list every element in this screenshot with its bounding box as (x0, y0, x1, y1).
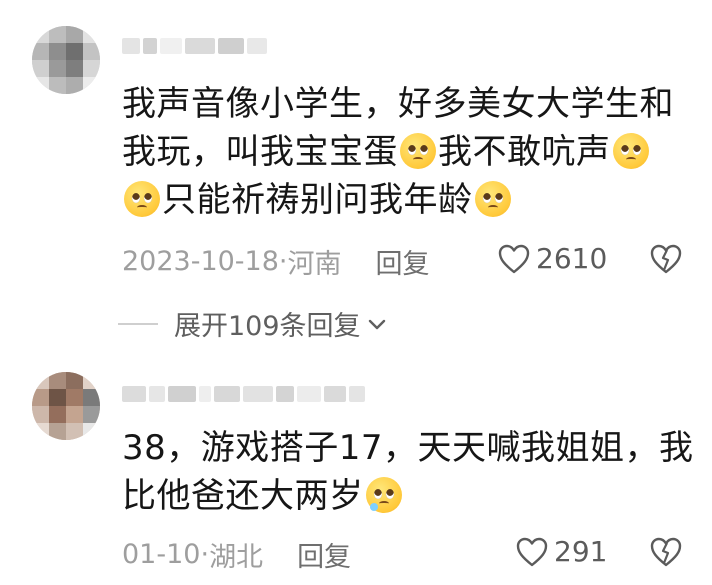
like-button[interactable]: 2610 (498, 242, 607, 275)
avatar[interactable] (32, 372, 100, 440)
comment-location: 湖北 (209, 542, 264, 573)
username-blurred[interactable] (122, 382, 365, 406)
comment-text: 38，游戏搭子17，天天喊我姐姐，我 比他爸还大两岁 (122, 424, 694, 520)
comment-text: 我声音像小学生，好多美女大学生和 我玩，叫我宝宝蛋 我不敢吭声 只能祈祷别问我年龄 (122, 80, 674, 224)
crying-pleading-face-icon (365, 477, 402, 513)
broken-heart-icon (650, 537, 682, 567)
comment-location: 河南 (287, 249, 342, 280)
pleading-face-icon (124, 181, 160, 217)
expand-replies-button[interactable]: 展开109条回复 (118, 304, 389, 343)
comment-line: 只能祈祷别问我年龄 (122, 176, 674, 224)
dislike-button[interactable] (650, 244, 682, 274)
avatar[interactable] (32, 26, 100, 94)
comment-date: 2023-10-18 (122, 246, 279, 277)
comment-meta: 01-10 · 湖北 回复 (122, 535, 351, 574)
heart-icon (516, 537, 548, 566)
pleading-face-icon (612, 133, 649, 169)
reply-button[interactable]: 回复 (376, 242, 430, 281)
dislike-button[interactable] (650, 537, 682, 567)
expand-replies-label: 展开109条回复 (174, 311, 361, 342)
meta-separator: · (200, 539, 210, 570)
like-button[interactable]: 291 (516, 535, 607, 568)
pleading-face-icon (400, 133, 436, 169)
heart-icon (498, 244, 530, 273)
comment-date: 01-10 (122, 539, 201, 570)
comment-meta: 2023-10-18 · 河南 回复 (122, 242, 430, 281)
like-count: 2610 (536, 242, 608, 275)
comment-line: 比他爸还大两岁 (122, 472, 694, 520)
like-count: 291 (554, 535, 608, 568)
comment-line: 我声音像小学生，好多美女大学生和 (122, 84, 674, 124)
reply-button[interactable]: 回复 (297, 535, 351, 574)
chevron-down-icon (368, 319, 385, 329)
comment-line: 38，游戏搭子17，天天喊我姐姐，我 (122, 428, 694, 468)
pleading-face-icon (474, 181, 511, 217)
username-blurred[interactable] (122, 34, 267, 58)
broken-heart-icon (650, 244, 682, 274)
divider-dash (118, 322, 158, 325)
meta-separator: · (278, 246, 288, 277)
comment-line: 我玩，叫我宝宝蛋 我不敢吭声 (122, 128, 674, 176)
